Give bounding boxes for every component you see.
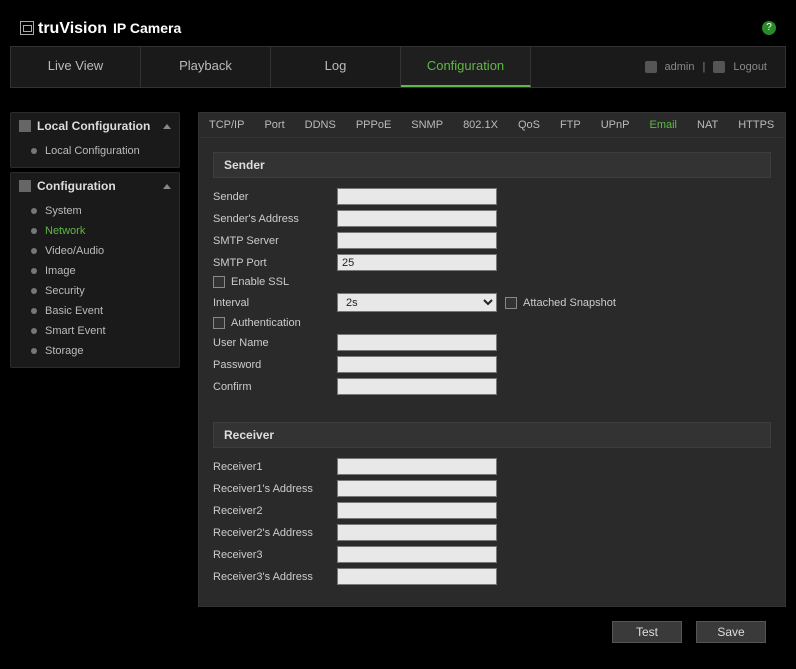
main-tab-playback[interactable]: Playback [141,47,271,87]
sidebar-item-video-audio[interactable]: Video/Audio [11,241,179,261]
bullet-icon [31,148,37,154]
label-receiver1: Receiver1 [213,461,337,473]
subtab-bar: TCP/IPPortDDNSPPPoESNMP802.1XQoSFTPUPnPE… [198,112,786,138]
subtab-qos[interactable]: QoS [508,113,550,137]
subtab-ddns[interactable]: DDNS [295,113,346,137]
input-receiver3-addr[interactable] [337,568,497,585]
brand-text-2: IP Camera [113,20,181,36]
subtab-pppoe[interactable]: PPPoE [346,113,401,137]
label-smtp-port: SMTP Port [213,257,337,269]
sidebar-item-smart-event[interactable]: Smart Event [11,321,179,341]
subtab-nat[interactable]: NAT [687,113,728,137]
sidebar-item-security[interactable]: Security [11,281,179,301]
checkbox-attached-snapshot[interactable] [505,297,517,309]
label-smtp-server: SMTP Server [213,235,337,247]
subtab-ftp[interactable]: FTP [550,113,591,137]
input-smtp-port[interactable] [337,254,497,271]
label-interval: Interval [213,297,337,309]
brand: truVision IP Camera [20,19,181,38]
label-user-name: User Name [213,337,337,349]
select-interval[interactable]: 2s [337,293,497,312]
input-receiver1-addr[interactable] [337,480,497,497]
label-receiver2-addr: Receiver2's Address [213,527,337,539]
label-password: Password [213,359,337,371]
bullet-icon [31,228,37,234]
label-receiver2: Receiver2 [213,505,337,517]
subtab-tcp-ip[interactable]: TCP/IP [199,113,254,137]
separator: | [702,61,705,73]
input-receiver1[interactable] [337,458,497,475]
subtab-upnp[interactable]: UPnP [591,113,640,137]
subtab-email[interactable]: Email [639,113,687,137]
brand-logo-icon [20,21,34,35]
footer-buttons: Test Save [198,607,786,657]
email-form: Sender Sender Sender's Address SMTP Serv… [198,138,786,607]
bullet-icon [31,328,37,334]
label-sender: Sender [213,191,337,203]
label-attached-snapshot: Attached Snapshot [523,297,616,309]
label-enable-ssl: Enable SSL [231,276,289,288]
input-user-name[interactable] [337,334,497,351]
sidebar-section-configuration[interactable]: Configuration [11,173,179,199]
main-tab-configuration[interactable]: Configuration [401,47,531,87]
label-confirm: Confirm [213,381,337,393]
label-receiver1-addr: Receiver1's Address [213,483,337,495]
sidebar-item-local-configuration[interactable]: Local Configuration [11,141,179,161]
test-button[interactable]: Test [612,621,682,643]
logout-link[interactable]: Logout [733,61,767,73]
user-name[interactable]: admin [665,61,695,73]
checkbox-authentication[interactable] [213,317,225,329]
label-sender-addr: Sender's Address [213,213,337,225]
label-receiver3: Receiver3 [213,549,337,561]
group-sender: Sender [213,152,771,178]
bullet-icon [31,308,37,314]
chevron-up-icon [163,124,171,129]
sidebar-item-system[interactable]: System [11,201,179,221]
logout-icon [713,61,725,73]
sidebar-item-storage[interactable]: Storage [11,341,179,361]
section-icon [19,180,31,192]
input-sender[interactable] [337,188,497,205]
sidebar-item-image[interactable]: Image [11,261,179,281]
bullet-icon [31,208,37,214]
main-tab-log[interactable]: Log [271,47,401,87]
help-icon[interactable]: ? [762,21,776,35]
checkbox-enable-ssl[interactable] [213,276,225,288]
save-button[interactable]: Save [696,621,766,643]
brand-text-1: truVision [38,20,107,38]
subtab-snmp[interactable]: SNMP [401,113,453,137]
input-password[interactable] [337,356,497,373]
main-tabbar: Live ViewPlaybackLogConfiguration admin … [10,46,786,88]
user-icon [645,61,657,73]
label-receiver3-addr: Receiver3's Address [213,571,337,583]
input-receiver2-addr[interactable] [337,524,497,541]
input-receiver3[interactable] [337,546,497,563]
bullet-icon [31,348,37,354]
input-receiver2[interactable] [337,502,497,519]
sidebar-item-basic-event[interactable]: Basic Event [11,301,179,321]
sidebar-section-local-configuration[interactable]: Local Configuration [11,113,179,139]
main-tab-live-view[interactable]: Live View [11,47,141,87]
sidebar-item-network[interactable]: Network [11,221,179,241]
input-confirm[interactable] [337,378,497,395]
subtab-port[interactable]: Port [254,113,294,137]
input-sender-addr[interactable] [337,210,497,227]
bullet-icon [31,288,37,294]
group-receiver: Receiver [213,422,771,448]
user-bar: admin | Logout [641,47,785,87]
input-smtp-server[interactable] [337,232,497,249]
bullet-icon [31,268,37,274]
label-authentication: Authentication [231,317,301,329]
chevron-up-icon [163,184,171,189]
subtab-802-1x[interactable]: 802.1X [453,113,508,137]
section-icon [19,120,31,132]
bullet-icon [31,248,37,254]
subtab-https[interactable]: HTTPS [728,113,784,137]
